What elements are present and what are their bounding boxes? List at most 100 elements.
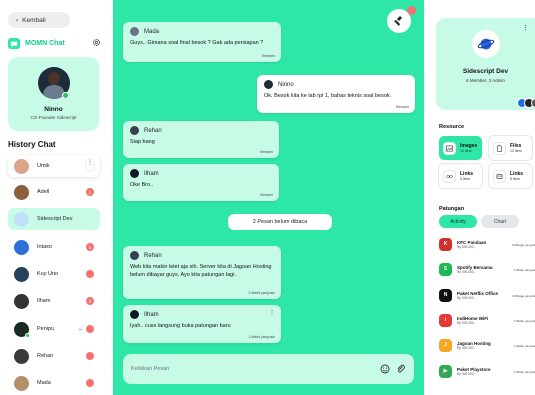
merchant-logo: ▶	[439, 364, 452, 378]
contact-avatar	[14, 293, 29, 309]
contact-name: Sidescript Dev	[37, 216, 73, 222]
member-avatars[interactable]	[517, 98, 535, 108]
message-header: Ilham	[130, 310, 274, 319]
contact-name: Penipu	[37, 326, 55, 332]
profile-role: CO-Founder Sidescript	[30, 115, 77, 120]
activity-item[interactable]: S Spotify Bersama Rp 000.000,- 1 Bulan yang…	[439, 259, 535, 279]
chat-logo-icon	[8, 38, 20, 49]
patungan-title: Patungan	[439, 206, 465, 212]
profile-name: Ninno	[44, 106, 63, 113]
message-text: Oke Bro..	[130, 182, 154, 188]
more-vertical-icon[interactable]: ⋮	[269, 309, 275, 316]
notification-dot	[407, 6, 416, 15]
message-header: Ninno	[264, 80, 408, 89]
history-title: History Chat	[8, 140, 56, 149]
merchant-logo: N	[439, 288, 452, 302]
file-icon	[494, 142, 505, 154]
message-time: Kemarin	[259, 150, 273, 154]
tab-chart[interactable]: Chart	[481, 215, 519, 228]
sender-name: Rehan	[144, 252, 162, 259]
message-bubble[interactable]: Rehan Web kita makin lelet aja sih. Serve…	[123, 246, 281, 299]
profile-card: Ninno CO-Founder Sidescript	[8, 57, 99, 131]
activity-time: 1 Bulan yang lalu	[513, 319, 535, 323]
activity-item[interactable]: K KFC Pandaan Rp 000.000,- 3 Minggu yang la…	[439, 234, 535, 254]
resource-count: 5 Item	[460, 177, 470, 181]
sender-avatar	[130, 310, 139, 319]
contact-item[interactable]: Ilham 3	[8, 290, 100, 312]
resource-card[interactable]: Links 5 Item	[439, 164, 482, 188]
contact-avatar	[14, 211, 29, 227]
more-vertical-icon[interactable]: ⋮	[522, 24, 529, 32]
message-input[interactable]	[131, 366, 374, 372]
message-time: 2 Menit yang lalu	[248, 291, 275, 295]
message-bubble[interactable]: Ilham Iyah.. cuss langsung buka patungan …	[123, 305, 281, 343]
back-button[interactable]: ‹ Kembali	[8, 12, 70, 28]
contact-item[interactable]: Intaxo 5	[8, 236, 100, 258]
contact-avatar	[14, 348, 29, 364]
planet-icon	[477, 38, 495, 50]
sender-avatar	[264, 80, 273, 89]
sender-name: Ninno	[278, 81, 294, 88]
resource-card[interactable]: Links 5 Item	[489, 164, 532, 188]
contact-item[interactable]: Penipu 9+	[8, 318, 100, 340]
unread-badge: 3	[86, 297, 94, 305]
gear-icon[interactable]	[92, 38, 101, 47]
merchant-logo: J	[439, 338, 452, 352]
activity-time: 1 Bulan yang lalu	[513, 268, 535, 272]
resource-card[interactable]: Images 10 Item	[439, 136, 482, 160]
attachment-icon[interactable]	[396, 364, 406, 374]
message-header: Mada	[130, 27, 274, 36]
contact-item[interactable]: Kuy Uno	[8, 263, 100, 285]
sender-name: Ilham	[144, 170, 159, 177]
tab-activity[interactable]: Activity	[439, 215, 477, 228]
unread-indicator[interactable]: 2 Pesan belum dibaca	[228, 214, 332, 230]
image-icon	[444, 142, 455, 154]
resource-count: 12 Item	[510, 149, 522, 153]
message-header: Rehan	[130, 251, 274, 260]
emoji-icon[interactable]	[380, 364, 390, 374]
message-header: Ilham	[130, 169, 272, 178]
message-time: Kemarin	[261, 54, 275, 58]
contact-item[interactable]: Sidescript Dev	[8, 208, 100, 230]
message-bubble[interactable]: Ilham Oke Bro.. Kemarin	[123, 164, 279, 201]
contact-name: Adell	[37, 189, 50, 195]
activity-item[interactable]: ▶ Paket Playstore Rp 000.000,- 1 Bulan yang…	[439, 361, 535, 381]
status-dot	[86, 270, 94, 278]
activity-item[interactable]: i IndiHome WiFi Rp 000.000,- 1 Bulan yang l…	[439, 310, 535, 330]
more-vertical-icon[interactable]: ⋮	[86, 159, 94, 171]
unread-count: 9+	[78, 326, 83, 332]
message-bubble[interactable]: Rehan Siap bang Kemarin	[123, 121, 279, 158]
contact-avatar	[14, 375, 29, 391]
unread-badge: 5	[86, 243, 94, 251]
contact-avatar	[14, 158, 29, 174]
contact-name: Intaxo	[37, 244, 52, 250]
message-bubble[interactable]: Mada Guys.. Gimana soal final besok ? Gak…	[123, 22, 281, 62]
group-meta: 6 Member, 3 Admin	[466, 78, 505, 83]
contact-name: Rehan	[37, 353, 54, 359]
contact-item[interactable]: Rehan	[8, 345, 100, 367]
activity-item[interactable]: J Jagoan Hosting Rp 000.000,- 1 Bulan yang …	[439, 335, 535, 355]
back-label: Kembali	[22, 16, 46, 24]
contact-avatar	[14, 266, 29, 282]
sender-avatar	[130, 169, 139, 178]
sender-avatar	[130, 27, 139, 36]
contact-avatar	[14, 184, 29, 200]
message-text: Guys.. Gimana soal final besok ? Gak ada…	[130, 40, 264, 46]
contact-item[interactable]: Adell 2	[8, 181, 100, 203]
merchant-logo: i	[439, 313, 452, 327]
link-icon	[444, 170, 455, 182]
chevron-left-icon: ‹	[16, 16, 19, 24]
group-card: ⋮ Sidescript Dev 6 Member, 3 Admin	[436, 18, 535, 110]
resource-card[interactable]: Files 12 Item	[489, 136, 532, 160]
contact-name: Mada	[37, 380, 51, 386]
contact-name: Kuy Uno	[37, 271, 59, 277]
left-sidebar: ‹ Kembali MOMN Chat Ninno CO-Founder Sid…	[0, 0, 107, 395]
sender-name: Rehan	[144, 127, 162, 134]
activity-item[interactable]: N Paket Netflix Office Rp 000.000,- 3 Mingg…	[439, 285, 535, 305]
resource-text: Links 5 Item	[460, 171, 473, 181]
contact-item[interactable]: Umik ⋮	[8, 155, 100, 177]
status-dot	[86, 379, 94, 387]
contact-item[interactable]: Mada	[8, 372, 100, 394]
message-bubble[interactable]: Ninno Ok. Besok kita ke lab rpl 1, bahas …	[257, 75, 415, 113]
merchant-logo: K	[439, 237, 452, 251]
